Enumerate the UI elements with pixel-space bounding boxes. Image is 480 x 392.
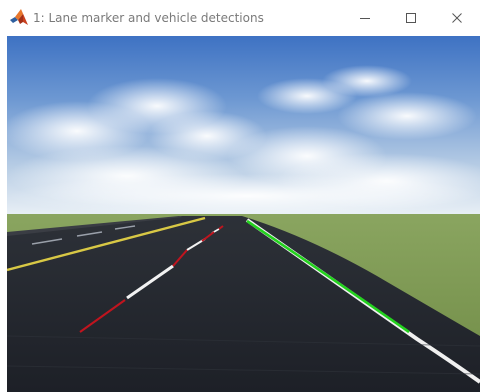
close-icon <box>451 12 463 24</box>
window-controls <box>342 0 480 36</box>
road-scene-image <box>7 36 480 392</box>
minimize-button[interactable] <box>342 0 388 36</box>
lane-detection-view <box>7 36 480 392</box>
minimize-icon <box>359 12 371 24</box>
figure-window: 1: Lane marker and vehicle detections <box>0 0 480 392</box>
maximize-icon <box>405 12 417 24</box>
maximize-button[interactable] <box>388 0 434 36</box>
close-button[interactable] <box>434 0 480 36</box>
matlab-icon <box>9 8 29 28</box>
window-title: 1: Lane marker and vehicle detections <box>33 11 264 25</box>
title-bar[interactable]: 1: Lane marker and vehicle detections <box>0 0 480 36</box>
